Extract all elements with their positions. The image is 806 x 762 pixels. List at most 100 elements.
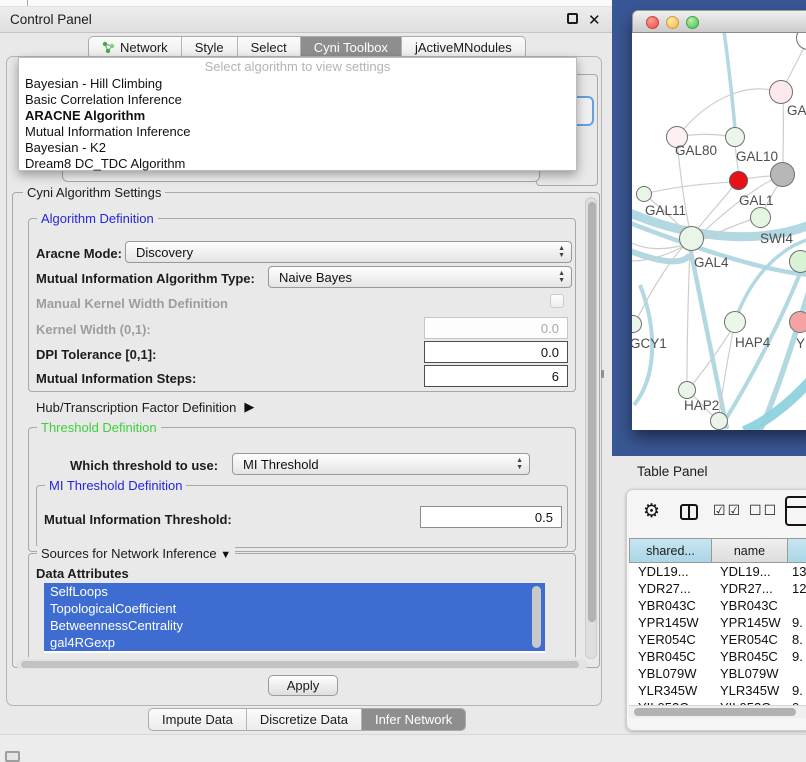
network-node[interactable] [710, 412, 728, 430]
tab-discretize-data[interactable]: Discretize Data [247, 709, 362, 730]
mi-threshold-field[interactable]: 0.5 [420, 506, 562, 528]
cell: 12 [788, 581, 806, 596]
cell: YDR27... [712, 581, 788, 596]
table-header-row: shared... name [629, 538, 806, 563]
cell: YDR27... [629, 581, 712, 596]
tab-infer-network[interactable]: Infer Network [362, 709, 465, 730]
attribute-item-selected[interactable]: BetweennessCentrality [44, 617, 545, 634]
node-label: HAP2 [684, 398, 719, 413]
table-row[interactable]: YDR27...YDR27...12 [629, 580, 806, 597]
float-window-icon[interactable] [567, 13, 578, 24]
algorithm-option[interactable]: Bayesian - K2 [19, 140, 576, 156]
column-header-name[interactable]: name [712, 538, 788, 563]
select-all-columns-icon[interactable]: ☑☑ [713, 502, 742, 519]
column-header-shared-name[interactable]: shared... [629, 538, 712, 563]
apply-button[interactable]: Apply [268, 675, 338, 696]
network-node-swi4[interactable] [789, 250, 806, 273]
deselect-columns-icon[interactable]: ☐☐ [749, 502, 778, 519]
scrollbar-thumb[interactable] [21, 661, 579, 668]
network-node-gal1[interactable] [750, 207, 771, 228]
aracne-mode-select[interactable]: Discovery ▲▼ [125, 241, 572, 263]
network-node-gal11[interactable] [636, 186, 652, 202]
close-icon[interactable]: ✕ [588, 11, 601, 29]
zoom-window-icon[interactable] [686, 16, 699, 29]
sources-title-toggle[interactable]: Sources for Network Inference ▼ [37, 546, 235, 561]
table-row[interactable]: YER054CYER054C8. [629, 631, 806, 648]
field-value: 0.0 [541, 345, 559, 360]
control-panel-titlebar: Control Panel [0, 7, 612, 33]
table-row[interactable]: YDL19...YDL19...13 [629, 563, 806, 580]
panel-title: Control Panel [10, 12, 92, 27]
mi-steps-field[interactable]: 6 [424, 365, 568, 387]
minimize-window-icon[interactable] [666, 16, 679, 29]
which-threshold-select[interactable]: MI Threshold ▲▼ [232, 453, 530, 475]
scrollbar-thumb[interactable] [634, 708, 796, 716]
network-node-gal4[interactable] [679, 226, 704, 251]
collapsed-panel-button[interactable] [5, 751, 20, 762]
mi-algorithm-type-select[interactable]: Naive Bayes ▲▼ [268, 266, 572, 288]
algorithm-option[interactable]: Mutual Information Inference [19, 124, 576, 140]
algorithm-option[interactable]: Basic Correlation Inference [19, 92, 576, 108]
combo-value: MI Threshold [243, 457, 319, 472]
tab-select[interactable]: Select [238, 37, 301, 58]
scrollbar-thumb[interactable] [588, 202, 596, 622]
cell: YPR145W [629, 615, 712, 630]
hub-definition-label: Hub/Transcription Factor Definition [36, 400, 236, 415]
manual-kernel-label: Manual Kernel Width Definition [36, 296, 228, 311]
split-view-icon[interactable] [680, 504, 698, 520]
manual-kernel-checkbox[interactable] [550, 294, 564, 308]
table-row[interactable]: YPR145WYPR145W9. [629, 614, 806, 631]
table-row[interactable]: YBR043CYBR043C [629, 597, 806, 614]
settings-vertical-scrollbar[interactable] [585, 197, 597, 659]
network-node-red[interactable] [729, 171, 748, 190]
combo-value: Naive Bayes [279, 270, 352, 285]
settings-horizontal-scrollbar[interactable] [16, 659, 588, 669]
node-label: Y [796, 336, 805, 351]
attribute-item-selected[interactable]: TopologicalCoefficient [44, 600, 545, 617]
tab-cyni-toolbox[interactable]: Cyni Toolbox [301, 37, 402, 58]
table-row[interactable]: YBR045CYBR045C9. [629, 648, 806, 665]
column-header-partial[interactable] [788, 538, 806, 563]
gear-icon[interactable]: ⚙ [643, 500, 660, 523]
node-label: GAL11 [645, 203, 686, 218]
attribute-item-selected[interactable]: SelfLoops [44, 583, 545, 600]
algorithm-option[interactable]: Bayesian - Hill Climbing [19, 76, 576, 92]
table-row[interactable]: YBL079WYBL079W [629, 665, 806, 682]
group-title: MI Threshold Definition [45, 478, 186, 493]
tab-network[interactable]: Network [89, 37, 182, 58]
dropdown-prompt: Select algorithm to view settings [19, 58, 576, 76]
network-node-hap2[interactable] [678, 381, 696, 399]
network-node-gray[interactable] [770, 162, 795, 187]
tab-label: Network [120, 40, 168, 55]
tab-impute-data[interactable]: Impute Data [149, 709, 247, 730]
table-horizontal-scrollbar[interactable] [629, 705, 806, 718]
table-mode-icon[interactable] [785, 496, 806, 526]
network-node-salmon[interactable] [789, 311, 806, 333]
close-window-icon[interactable] [646, 16, 659, 29]
node-label: GCY1 [632, 336, 667, 351]
tab-label: Impute Data [162, 712, 233, 727]
network-node-hap4[interactable] [724, 311, 746, 333]
node-label: SWI4 [760, 231, 793, 246]
mi-algorithm-type-label: Mutual Information Algorithm Type: [36, 271, 255, 286]
cell: YER054C [629, 632, 712, 647]
attribute-item-selected[interactable]: gal4RGexp [44, 634, 545, 651]
panel-divider-grip[interactable] [601, 370, 604, 378]
table-row[interactable]: YLR345WYLR345W9. [629, 682, 806, 699]
network-node-gal10[interactable] [725, 127, 745, 147]
data-attributes-list[interactable]: SelfLoops TopologicalCoefficient Between… [44, 583, 545, 653]
kernel-width-field[interactable]: 0.0 [424, 317, 568, 339]
list-scrollbar-thumb[interactable] [532, 586, 541, 648]
node-label: GAL1 [739, 193, 774, 208]
dpi-tolerance-field[interactable]: 0.0 [424, 341, 568, 363]
table-body: YDL19...YDL19...13 YDR27...YDR27...12 YB… [629, 563, 806, 705]
combo-value: Discovery [136, 245, 193, 260]
network-window-titlebar[interactable] [632, 10, 806, 33]
algorithm-option-selected[interactable]: ARACNE Algorithm [19, 108, 576, 124]
tab-jactivemnodules[interactable]: jActiveMNodules [402, 37, 525, 58]
hub-definition-toggle[interactable]: Hub/Transcription Factor Definition ▶ [36, 399, 254, 415]
network-node[interactable] [769, 80, 793, 104]
network-canvas[interactable]: GAL GAL80 GAL10 GAL1 GAL11 SWI4 GAL4 GCY… [632, 33, 806, 430]
tab-style[interactable]: Style [182, 37, 238, 58]
algorithm-option[interactable]: Dream8 DC_TDC Algorithm [19, 156, 576, 172]
